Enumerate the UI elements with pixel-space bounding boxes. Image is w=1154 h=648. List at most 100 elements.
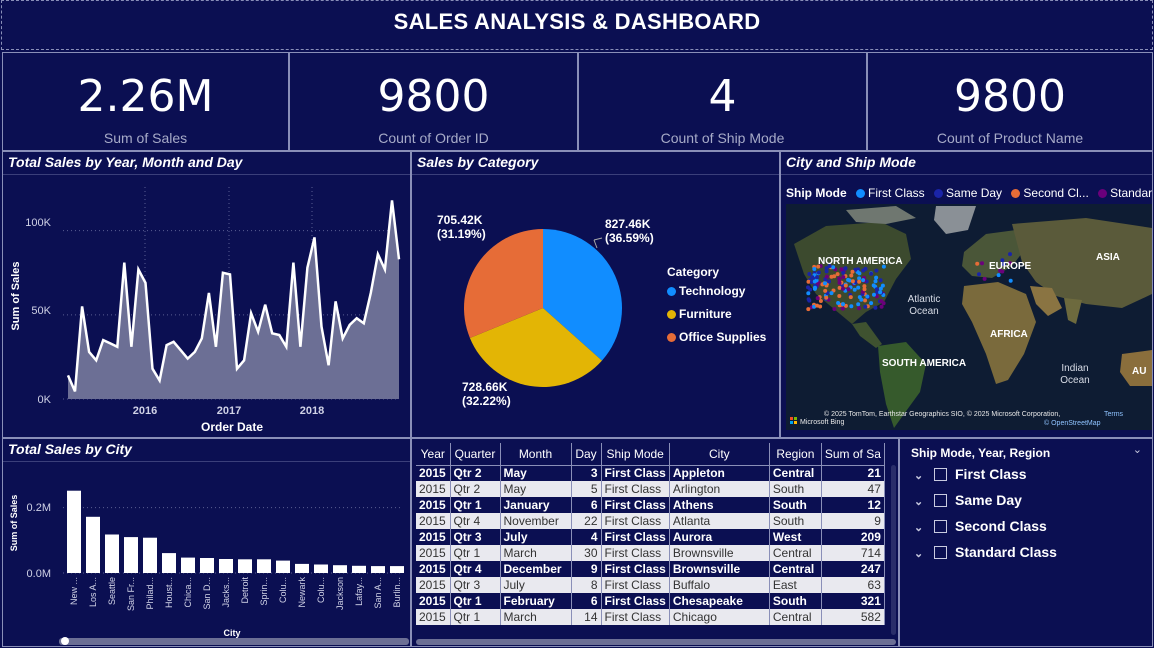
slicer-item-second-class[interactable]: ⌄ Second Class: [914, 518, 1047, 534]
map-point[interactable]: [823, 288, 828, 293]
slicer-chevron-down-icon[interactable]: ⌄: [1133, 443, 1142, 456]
map-point[interactable]: [841, 302, 845, 307]
kpi-card-count-of-product-name[interactable]: 9800 Count of Product Name: [867, 52, 1153, 151]
map-point[interactable]: [861, 278, 866, 283]
table-row[interactable]: 2015 Qtr 1 March 14 First Class Chicago Centra…: [416, 609, 885, 625]
table-row[interactable]: 2015 Qtr 3 July 4 First Class Aurora West 209: [416, 529, 885, 545]
table-row[interactable]: 2015 Qtr 4 November 22 First Class Atlanta Sou…: [416, 513, 885, 529]
slicer-item-first-class[interactable]: ⌄ First Class: [914, 466, 1027, 482]
table-horizontal-scrollbar[interactable]: [416, 639, 896, 645]
map-point[interactable]: [850, 269, 855, 274]
bar-1[interactable]: [86, 516, 100, 573]
bar-12[interactable]: [295, 563, 309, 573]
kpi-card-count-of-ship-mode[interactable]: 4 Count of Ship Mode: [578, 52, 867, 151]
checkbox[interactable]: [934, 546, 947, 559]
table-row[interactable]: 2015 Qtr 1 January 6 First Class Athens South 1…: [416, 497, 885, 513]
map-point[interactable]: [837, 294, 842, 298]
map-point[interactable]: [878, 290, 883, 295]
map-legend-first-class[interactable]: First Class: [856, 186, 925, 200]
checkbox[interactable]: [934, 520, 947, 533]
column-header[interactable]: Day: [571, 443, 602, 466]
bar-15[interactable]: [352, 565, 366, 573]
map-point[interactable]: [862, 287, 867, 292]
map-point[interactable]: [813, 285, 817, 290]
bar-7[interactable]: [200, 558, 214, 573]
map-point[interactable]: [827, 279, 831, 284]
map-point[interactable]: [843, 283, 848, 288]
scrollbar-handle[interactable]: [61, 637, 69, 645]
horizontal-scrollbar[interactable]: [59, 638, 409, 645]
map-point[interactable]: [874, 268, 879, 273]
map-point[interactable]: [841, 286, 845, 291]
map-point[interactable]: [852, 287, 857, 292]
map-point[interactable]: [872, 292, 876, 297]
map-point[interactable]: [846, 277, 851, 282]
sales-detail-table[interactable]: Year Quarter Month Day Ship Mode City Region Su…: [411, 438, 899, 647]
map-point[interactable]: [807, 272, 812, 276]
map-point[interactable]: [878, 278, 883, 283]
map-point[interactable]: [835, 272, 840, 277]
column-header[interactable]: Month: [500, 443, 572, 466]
map-point[interactable]: [865, 294, 870, 299]
map-point[interactable]: [856, 302, 861, 307]
map-point[interactable]: [859, 297, 864, 302]
bar-16[interactable]: [371, 566, 385, 573]
map-point[interactable]: [837, 280, 842, 285]
map-point[interactable]: [832, 307, 837, 311]
map-point[interactable]: [823, 281, 827, 286]
bar-3[interactable]: [124, 537, 138, 573]
map-point[interactable]: [869, 271, 874, 276]
checkbox[interactable]: [934, 494, 947, 507]
map-point[interactable]: [980, 261, 984, 266]
map-point[interactable]: [824, 274, 829, 279]
bar-10[interactable]: [257, 559, 271, 573]
bar-17[interactable]: [390, 566, 404, 573]
map-point[interactable]: [810, 275, 815, 280]
map-point[interactable]: [807, 298, 812, 303]
table-row[interactable]: 2015 Qtr 2 May 5 First Class Arlington South 47: [416, 481, 885, 497]
table-row[interactable]: 2015 Qtr 1 March 30 First Class Brownsville Ce…: [416, 545, 885, 561]
map-point[interactable]: [824, 269, 829, 274]
map-point[interactable]: [806, 285, 810, 290]
sales-by-city-chart[interactable]: Total Sales by City New ... Los A... Seatt…: [2, 438, 411, 647]
map-point[interactable]: [977, 272, 981, 277]
map-point[interactable]: [848, 295, 853, 300]
map-point[interactable]: [829, 274, 834, 279]
legend-item-technology[interactable]: Technology: [667, 284, 745, 298]
map-point[interactable]: [841, 275, 846, 280]
bar-9[interactable]: [238, 559, 252, 573]
legend-item-office-supplies[interactable]: Office Supplies: [667, 330, 766, 344]
map-point[interactable]: [840, 306, 845, 311]
map-point[interactable]: [815, 275, 820, 280]
column-header[interactable]: Region: [769, 443, 822, 466]
map-point[interactable]: [812, 267, 817, 271]
column-header[interactable]: Year: [416, 443, 451, 466]
map-point[interactable]: [836, 301, 841, 305]
map-point[interactable]: [879, 304, 884, 309]
map-point[interactable]: [874, 275, 879, 280]
map-point[interactable]: [879, 299, 884, 304]
map-point[interactable]: [818, 299, 823, 303]
sales-by-category-chart[interactable]: Sales by Category 827.46K (36.59%) 728.6…: [411, 151, 780, 438]
map-point[interactable]: [975, 261, 980, 266]
column-header[interactable]: Ship Mode: [601, 443, 670, 466]
bar-0[interactable]: [67, 490, 81, 573]
chevron-down-icon[interactable]: ⌄: [914, 547, 930, 560]
map-point[interactable]: [857, 279, 862, 284]
map-point[interactable]: [869, 301, 874, 306]
map-point[interactable]: [996, 273, 1001, 278]
map-point[interactable]: [863, 304, 868, 309]
bar-5[interactable]: [162, 553, 176, 573]
map-point[interactable]: [863, 266, 868, 271]
map-point[interactable]: [857, 271, 862, 276]
table-row[interactable]: 2015 Qtr 2 May 3 First Class Appleton Central 2…: [416, 465, 885, 481]
map-legend-same-day[interactable]: Same Day: [934, 186, 1002, 200]
map-point[interactable]: [878, 286, 883, 291]
map-point[interactable]: [857, 306, 861, 311]
column-header[interactable]: Sum of Sa: [821, 443, 885, 466]
bar-4[interactable]: [143, 537, 157, 573]
slicer-item-standard-class[interactable]: ⌄ Standard Class: [914, 544, 1057, 560]
chevron-down-icon[interactable]: ⌄: [914, 469, 930, 482]
slicer-item-same-day[interactable]: ⌄ Same Day: [914, 492, 1022, 508]
map-point[interactable]: [843, 266, 848, 271]
